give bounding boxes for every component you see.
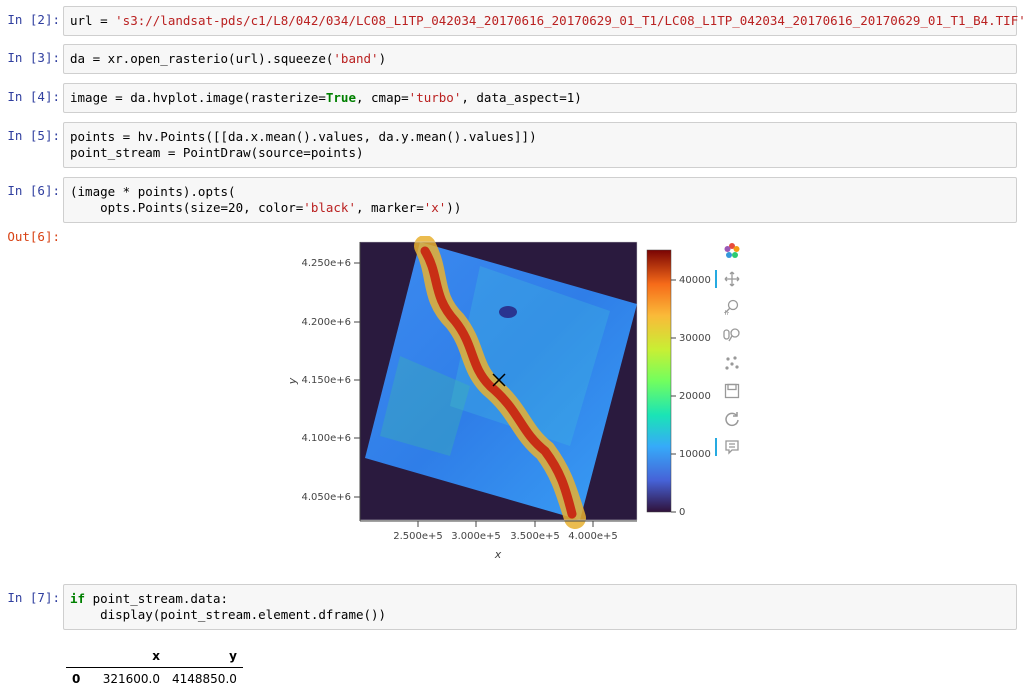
reset-icon[interactable] [721,408,743,430]
string-literal: 'band' [333,51,379,66]
input-prompt: In [5]: [7,128,60,143]
string-literal: 'x' [423,200,447,215]
colorbar-tick-label: 40000 [679,275,711,286]
colorbar-tick-label: 20000 [679,391,711,402]
x-tick-label: 3.000e+5 [451,531,501,542]
box-zoom-icon[interactable] [721,296,743,318]
string-literal: 'black' [303,200,356,215]
y-tick-label: 4.150e+6 [301,375,351,386]
input-prompt: In [2]: [7,12,60,27]
point-draw-icon[interactable] [721,352,743,374]
y-tick-label: 4.050e+6 [301,492,351,503]
y-tick-label: 4.100e+6 [301,433,351,444]
y-tick-label: 4.200e+6 [301,317,351,328]
input-prompt: In [4]: [7,89,60,104]
colorbar: 40000 30000 20000 10000 0 [646,249,711,518]
plot-toolbar [715,238,745,468]
x-axis: 2.500e+5 3.000e+5 3.500e+5 4.000e+5 x [393,521,618,561]
code-text: da = xr.open_rasterio(url).squeeze( [70,51,334,66]
string-literal: 's3://landsat-pds/c1/L8/042/034/LC08_L1T… [115,13,1026,28]
hover-icon[interactable] [715,436,743,458]
input-prompt: In [7]: [7,590,60,605]
row-index: 0 [72,672,81,686]
code-editor[interactable]: da = xr.open_rasterio(url).squeeze('band… [63,44,1017,74]
pan-icon[interactable] [715,268,743,290]
table-cell: 4148850.0 [172,672,237,686]
code-text: point_stream.data: display(point_stream.… [92,591,387,622]
y-axis: 4.250e+6 4.200e+6 4.150e+6 4.100e+6 4.05… [286,258,360,503]
input-prompt: In [3]: [7,50,60,65]
code-text: image = da.hvplot.image(rasterize= [70,90,326,105]
x-tick-label: 2.500e+5 [393,531,443,542]
code-text: )) [446,200,462,215]
code-text: , marker= [355,200,424,215]
string-literal: 'turbo' [408,90,462,105]
column-header: x [152,649,160,663]
lake [499,306,517,318]
column-header: y [229,649,237,663]
table-row: 0 321600.0 4148850.0 [66,668,243,691]
colorbar-tick-label: 0 [679,507,685,518]
code-text: url = [70,13,116,28]
y-axis-label: y [286,377,299,385]
code-text: , cmap= [355,90,409,105]
code-text: , data_aspect=1) [461,90,582,105]
raster-plot[interactable]: 4.250e+6 4.200e+6 4.150e+6 4.100e+6 4.05… [280,236,720,566]
keyword: if [70,591,86,606]
code-text: ) [378,51,387,66]
x-axis-label: x [494,548,502,561]
save-icon[interactable] [721,380,743,402]
keyword: True [325,90,356,105]
y-tick-label: 4.250e+6 [301,258,351,269]
table-header-row: x y [66,645,243,668]
bokeh-logo-icon[interactable] [721,240,743,262]
x-tick-label: 3.500e+5 [510,531,560,542]
code-editor[interactable]: if point_stream.data: display(point_stre… [63,584,1017,630]
output-prompt: Out[6]: [7,229,60,244]
code-editor[interactable]: (image * points).opts( opts.Points(size=… [63,177,1017,223]
colorbar-tick-label: 10000 [679,449,711,460]
colorbar-tick-label: 30000 [679,333,711,344]
code-text: points = hv.Points([[da.x.mean().values,… [70,129,537,160]
code-editor[interactable]: points = hv.Points([[da.x.mean().values,… [63,122,1017,168]
code-text: (image * points).opts( opts.Points(size=… [70,184,304,215]
wheel-zoom-icon[interactable] [721,324,743,346]
code-editor[interactable]: url = 's3://landsat-pds/c1/L8/042/034/LC… [63,6,1026,36]
code-editor[interactable]: image = da.hvplot.image(rasterize=True, … [63,83,1017,113]
x-tick-label: 4.000e+5 [568,531,618,542]
table-cell: 321600.0 [102,672,160,686]
dataframe-output: x y 0 321600.0 4148850.0 [66,645,243,690]
input-prompt: In [6]: [7,183,60,198]
